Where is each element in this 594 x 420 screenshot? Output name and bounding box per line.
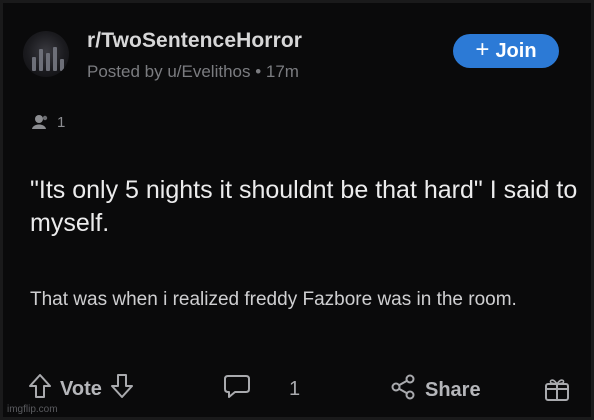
comment-button[interactable]: 1: [223, 373, 300, 405]
post-title: "Its only 5 nights it shouldnt be that h…: [30, 176, 578, 237]
upvote-icon[interactable]: [28, 373, 52, 405]
action-bar: Vote 1 Share: [3, 369, 594, 409]
post-body: That was when i realized freddy Fazbore …: [30, 289, 517, 310]
comment-count: 1: [289, 377, 301, 400]
share-icon: [389, 373, 417, 407]
avatar-art: [46, 53, 50, 71]
gift-button[interactable]: [543, 375, 571, 409]
vote-control: Vote: [28, 373, 134, 405]
watermark: imgflip.com: [7, 404, 58, 415]
subreddit-avatar[interactable]: [23, 31, 69, 77]
avatar-art: [60, 59, 64, 71]
plus-icon: +: [475, 36, 490, 63]
share-button[interactable]: Share: [389, 373, 481, 407]
join-label: Join: [495, 39, 537, 62]
post-meta[interactable]: Posted by u/Evelithos • 17m: [87, 62, 299, 82]
comment-icon: [223, 373, 251, 405]
avatar-art: [39, 49, 43, 71]
vote-label: Vote: [60, 377, 102, 400]
avatar-art: [32, 57, 36, 71]
join-button[interactable]: + Join: [453, 34, 559, 68]
award-count: 1: [57, 113, 66, 131]
share-label: Share: [425, 378, 481, 401]
subreddit-name[interactable]: r/TwoSentenceHorror: [87, 29, 302, 53]
avatar-art: [53, 47, 57, 71]
gift-icon: [543, 375, 571, 409]
award-icon: [30, 113, 52, 131]
downvote-icon[interactable]: [110, 373, 134, 405]
award-badge[interactable]: 1: [30, 113, 65, 131]
post-card: r/TwoSentenceHorror Posted by u/Evelitho…: [0, 0, 594, 420]
